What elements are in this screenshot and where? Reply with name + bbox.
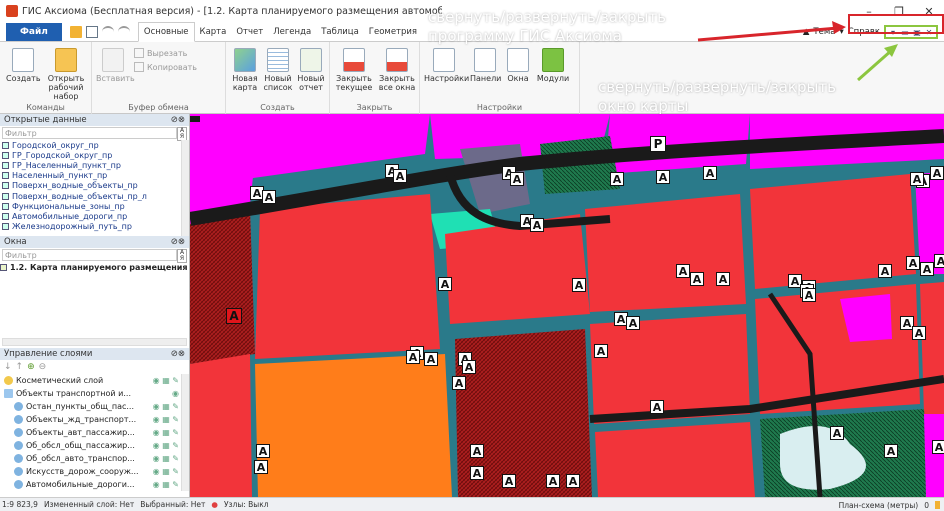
annotation-arrows — [697, 21, 898, 82]
green-arrow-line — [857, 48, 893, 82]
red-arrow-head — [832, 21, 846, 34]
red-arrow-line — [697, 26, 839, 42]
